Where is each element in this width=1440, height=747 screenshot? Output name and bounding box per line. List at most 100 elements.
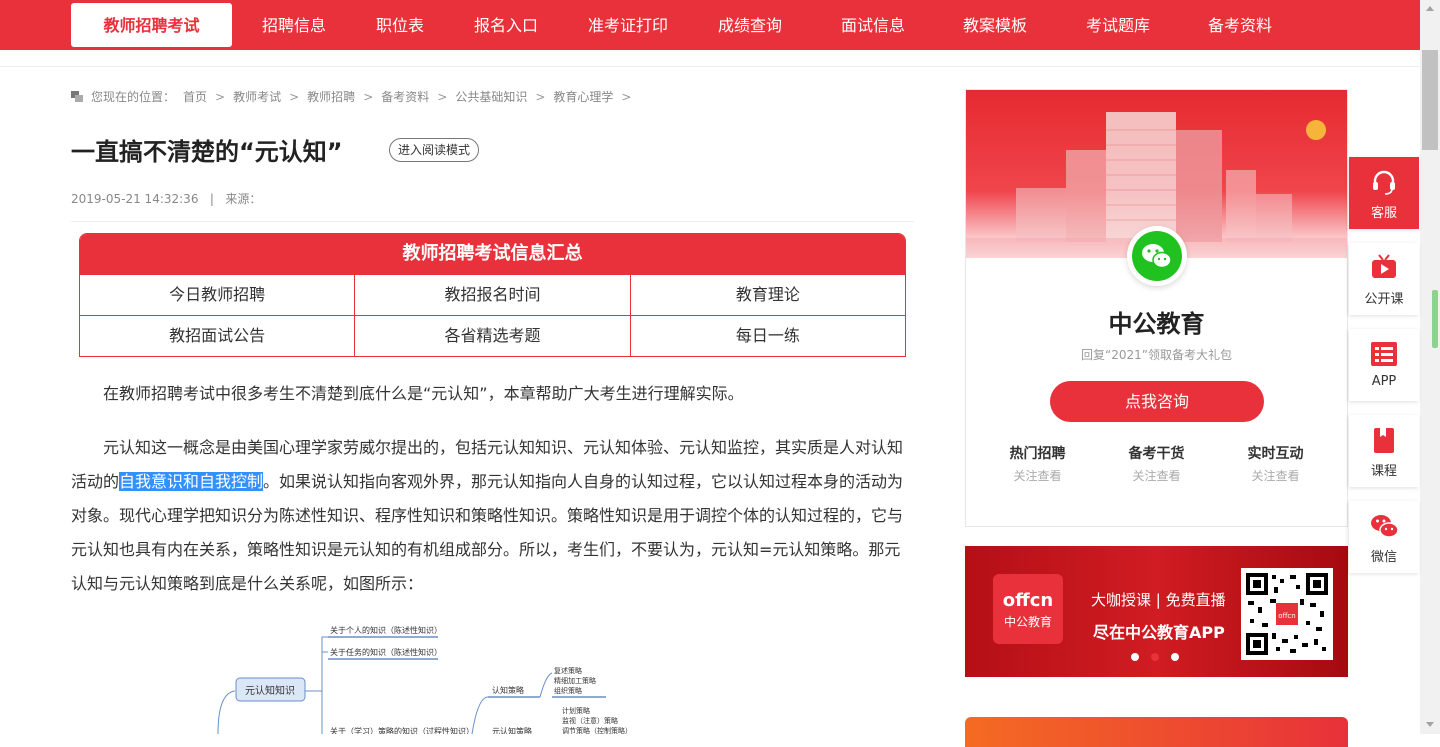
mindmap-leaf: 监视（注意）策略 (562, 716, 618, 725)
customer-service-button[interactable]: 客服 (1349, 157, 1419, 229)
brand-subtitle: 回复“2021”领取备考大礼包 (1081, 348, 1232, 362)
link-title: 实时互动 (1247, 446, 1304, 462)
breadcrumb-separator: > (215, 89, 226, 104)
breadcrumb-edu-psych[interactable]: 教育心理学 (553, 88, 613, 105)
link-subtitle: 关注查看 (1251, 469, 1300, 483)
mindmap-leaf: 精细加工策略 (554, 676, 596, 685)
mindmap-root: 元认知知识 (245, 684, 295, 697)
float-label: 公开课 (1364, 292, 1404, 307)
location-icon (71, 91, 83, 102)
mindmap-branch: 关于（学习）策略的知识（过程性知识） (330, 726, 474, 734)
link-title: 备考干货 (1128, 446, 1185, 462)
meta-separator: | (209, 192, 214, 206)
wechat-logo-icon (1132, 231, 1182, 281)
nav-item-position-table[interactable]: 职位表 (376, 0, 424, 50)
float-label: APP (1371, 374, 1397, 389)
top-nav: 教师招聘考试 招聘信息 职位表 报名入口 准考证打印 成绩查询 面试信息 教案模… (0, 0, 1420, 50)
consult-button[interactable]: 点我咨询 (1050, 381, 1264, 422)
article-source: 来源： (225, 192, 262, 206)
prep-tips-link[interactable]: 备考干货 关注查看 (1129, 443, 1185, 484)
mindmap-leaf: 计划策略 (562, 706, 590, 715)
course-button[interactable]: 课程 (1349, 415, 1419, 487)
breadcrumb-home[interactable]: 首页 (183, 88, 207, 105)
mindmap-leaf: 组织策略 (554, 686, 582, 695)
app-ad-banner[interactable]: offcn 中公教育 大咖授课 | 免费直播 尽在中公教育APP offcn (965, 546, 1348, 677)
article-date: 2019-05-21 14:32:36 (71, 192, 199, 206)
nav-item-recruit-info[interactable]: 招聘信息 (262, 0, 326, 50)
selected-text: 自我意识和自我控制 (119, 472, 264, 491)
article-paragraph: 元认知这一概念是由美国心理学家劳威尔提出的，包括元认知知识、元认知体验、元认知监… (71, 431, 911, 601)
table-row: 今日教师招聘 教招报名时间 教育理论 (80, 274, 905, 315)
tv-play-icon (1372, 254, 1396, 278)
offcn-logo: offcn 中公教育 (993, 574, 1063, 644)
read-mode-button[interactable]: 进入阅读模式 (389, 138, 479, 162)
scroll-up-arrow-icon[interactable] (1426, 6, 1434, 11)
carousel-dot[interactable] (1171, 653, 1179, 661)
breadcrumb-separator: > (437, 89, 448, 104)
brand-name: 中公教育 (1108, 310, 1205, 338)
info-link[interactable]: 教育理论 (629, 275, 905, 315)
breadcrumb: 您现在的位置： 首页 > 教师考试 > 教师招聘 > 备考资料 > 公共基础知识… (71, 88, 631, 105)
nav-item-signup[interactable]: 报名入口 (474, 0, 538, 50)
qr-code: offcn (1241, 568, 1333, 660)
carousel-dot[interactable] (1131, 653, 1139, 661)
wechat-button[interactable]: 微信 (1349, 501, 1419, 573)
wechat-follow-card: 中公教育 回复“2021”领取备考大礼包 点我咨询 热门招聘 关注查看 备考干货… (965, 89, 1348, 527)
headset-icon (1373, 170, 1395, 195)
info-link[interactable]: 每日一练 (629, 316, 905, 356)
breadcrumb-prep[interactable]: 备考资料 (381, 88, 429, 105)
breadcrumb-prefix: 您现在的位置： (91, 90, 176, 104)
carousel-dot-active[interactable] (1151, 653, 1159, 661)
app-list-icon (1371, 342, 1397, 366)
breadcrumb-teacher-exam[interactable]: 教师考试 (233, 88, 281, 105)
mindmap-strategy: 认知策略 (492, 685, 524, 695)
info-link[interactable]: 今日教师招聘 (80, 275, 354, 315)
mindmap-branch: 关于任务的知识（陈述性知识） (330, 647, 442, 657)
mindmap-branch: 关于个人的知识（陈述性知识） (330, 625, 442, 635)
breadcrumb-separator: > (621, 89, 632, 104)
link-title: 热门招聘 (1009, 446, 1066, 462)
table-row: 教招面试公告 各省精选考题 每日一练 (80, 315, 905, 356)
info-link[interactable]: 教招面试公告 (80, 316, 354, 356)
scroll-thumb[interactable] (1422, 50, 1438, 150)
hot-recruit-link[interactable]: 热门招聘 关注查看 (1010, 443, 1066, 484)
link-subtitle: 关注查看 (1132, 469, 1181, 483)
info-link[interactable]: 各省精选考题 (354, 316, 629, 356)
logo-subtext: 中公教育 (1003, 615, 1052, 629)
carousel-dots (1131, 653, 1179, 661)
nav-item-interview[interactable]: 面试信息 (841, 0, 905, 50)
link-subtitle: 关注查看 (1013, 469, 1062, 483)
mindmap-leaf: 复述策略 (554, 666, 582, 675)
nav-item-admission-print[interactable]: 准考证打印 (588, 0, 668, 50)
live-interaction-link[interactable]: 实时互动 关注查看 (1248, 443, 1304, 484)
wechat-icon (1371, 515, 1399, 538)
nav-item-score-query[interactable]: 成绩查询 (718, 0, 782, 50)
nav-item-prep-material[interactable]: 备考资料 (1208, 0, 1272, 50)
book-icon (1374, 428, 1394, 453)
float-label: 微信 (1370, 550, 1397, 565)
float-label: 课程 (1370, 464, 1397, 479)
qr-logo-text: offcn (1278, 612, 1295, 620)
breadcrumb-public-basic[interactable]: 公共基础知识 (455, 88, 527, 105)
scroll-indicator (1432, 290, 1438, 348)
card-links: 热门招聘 关注查看 备考干货 关注查看 实时互动 关注查看 (966, 443, 1347, 484)
title-divider (71, 221, 914, 222)
breadcrumb-teacher-recruit[interactable]: 教师招聘 (307, 88, 355, 105)
wechat-avatar (1127, 226, 1187, 286)
info-link[interactable]: 教招报名时间 (354, 275, 629, 315)
ad-line2: 尽在中公教育APP (1093, 623, 1225, 642)
breadcrumb-separator: > (289, 89, 300, 104)
header-divider (0, 66, 1420, 67)
scroll-down-arrow-icon[interactable] (1426, 722, 1434, 727)
metacognition-mindmap: 元认知知识 关于个人的知识（陈述性知识） 关于任务的知识（陈述性知识） 关于（学… (217, 625, 632, 734)
breadcrumb-separator: > (363, 89, 374, 104)
nav-item-teacher-exam[interactable]: 教师招聘考试 (71, 3, 232, 47)
open-class-button[interactable]: 公开课 (1349, 243, 1419, 315)
article-paragraph: 在教师招聘考试中很多考生不清楚到底什么是“元认知”，本章帮助广大考生进行理解实际… (103, 384, 744, 403)
nav-item-question-bank[interactable]: 考试题库 (1086, 0, 1150, 50)
nav-item-lesson-template[interactable]: 教案模板 (963, 0, 1027, 50)
info-summary-table: 教师招聘考试信息汇总 今日教师招聘 教招报名时间 教育理论 教招面试公告 各省精… (79, 233, 906, 357)
app-button[interactable]: APP (1349, 329, 1419, 401)
article-meta: 2019-05-21 14:32:36 | 来源： (71, 190, 261, 207)
mindmap-leaf: 调节策略（控制策略） (562, 726, 632, 734)
